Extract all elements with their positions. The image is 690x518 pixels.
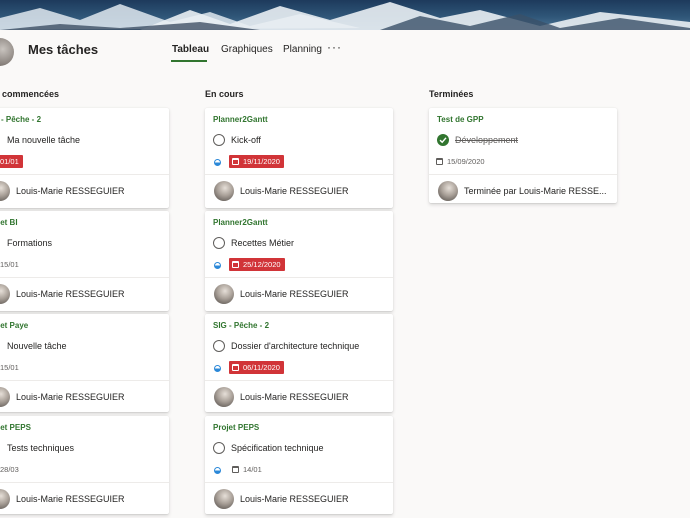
assignee-name: Louis-Marie RESSEGUIER xyxy=(240,186,349,196)
task-title: Développement xyxy=(455,135,519,145)
task-card[interactable]: jet PEPS Tests techniques 28/03 Louis-Ma… xyxy=(0,416,169,514)
card-divider xyxy=(0,277,169,278)
due-date-badge: 01/01 xyxy=(0,155,23,168)
card-divider xyxy=(0,482,169,483)
plan-name: Planner2Gantt xyxy=(213,115,268,124)
task-title: Kick-off xyxy=(231,135,261,145)
assignee-name: Louis-Marie RESSEGUIER xyxy=(240,289,349,299)
due-date-badge: 06/11/2020 xyxy=(229,361,284,374)
column-title-completed: Terminées xyxy=(429,89,474,99)
due-date: 19/11/2020 xyxy=(243,157,280,166)
assignee-avatar xyxy=(438,181,458,201)
task-title: Recettes Métier xyxy=(231,238,295,248)
in-progress-icon xyxy=(214,365,221,372)
assignee-avatar xyxy=(214,387,234,407)
due-date: 25/12/2020 xyxy=(243,260,281,269)
complete-task-checkbox[interactable] xyxy=(213,442,225,454)
plan-name: Planner2Gantt xyxy=(213,218,268,227)
due-date-badge: 15/01 xyxy=(0,361,23,374)
due-date-badge: 25/12/2020 xyxy=(229,258,285,271)
assignee-avatar xyxy=(0,284,10,304)
in-progress-icon xyxy=(214,467,221,474)
task-card[interactable]: Planner2Gantt Recettes Métier 25/12/2020… xyxy=(205,211,393,311)
calendar-icon xyxy=(232,466,239,473)
assignee-avatar xyxy=(214,284,234,304)
task-title: Formations xyxy=(7,238,53,248)
assignee-name: Louis-Marie RESSEGUIER xyxy=(240,494,349,504)
plan-name: - Pêche - 2 xyxy=(1,115,42,124)
assignee-name: Louis-Marie RESSEGUIER xyxy=(240,392,349,402)
due-date-badge: 19/11/2020 xyxy=(229,155,284,168)
in-progress-icon xyxy=(214,262,221,269)
task-title: Nouvelle tâche xyxy=(7,341,67,351)
task-card[interactable]: Test de GPP Développement 15/09/2020 Ter… xyxy=(429,108,617,203)
calendar-icon xyxy=(436,158,443,165)
card-divider xyxy=(429,174,617,175)
assignee-name: Louis-Marie RESSEGUIER xyxy=(16,494,125,504)
task-title: Dossier d'architecture technique xyxy=(231,341,360,351)
complete-task-checkbox[interactable] xyxy=(213,340,225,352)
card-divider xyxy=(205,277,393,278)
task-title: Ma nouvelle tâche xyxy=(7,135,81,145)
page-header xyxy=(0,30,690,72)
mountain-banner-image xyxy=(0,2,690,30)
calendar-icon xyxy=(232,364,239,371)
due-date: 14/01 xyxy=(243,465,262,474)
header-banner xyxy=(0,0,690,30)
task-card[interactable]: jet BI Formations 15/01 Louis-Marie RESS… xyxy=(0,211,169,311)
in-progress-icon xyxy=(214,159,221,166)
task-card[interactable]: Projet PEPS Spécification technique 14/0… xyxy=(205,416,393,514)
calendar-icon xyxy=(232,158,239,165)
completed-by: Terminée par Louis-Marie RESSE... xyxy=(464,186,607,196)
due-date-badge: 14/01 xyxy=(229,463,266,476)
due-date: 15/01 xyxy=(0,260,19,269)
plan-name: jet BI xyxy=(0,218,18,227)
assignee-avatar xyxy=(214,489,234,509)
task-title: Tests techniques xyxy=(7,443,75,453)
task-card[interactable]: - Pêche - 2 Ma nouvelle tâche 01/01 Loui… xyxy=(0,108,169,208)
assignee-name: Louis-Marie RESSEGUIER xyxy=(16,186,125,196)
task-card[interactable]: jet Paye Nouvelle tâche 15/01 Louis-Mari… xyxy=(0,314,169,412)
due-date: 15/09/2020 xyxy=(447,157,485,166)
task-title: Spécification technique xyxy=(231,443,324,453)
plan-name: Projet PEPS xyxy=(213,423,260,432)
assignee-name: Louis-Marie RESSEGUIER xyxy=(16,392,125,402)
column-title-not-started: commencées xyxy=(2,89,60,99)
tab-tableau[interactable]: Tableau xyxy=(172,44,209,55)
due-date: 15/01 xyxy=(0,363,19,372)
complete-task-checkbox[interactable] xyxy=(213,237,225,249)
completed-check-icon[interactable] xyxy=(437,134,449,146)
due-date-badge: 15/01 xyxy=(0,258,23,271)
more-horizontal-icon[interactable]: ··· xyxy=(327,40,342,54)
card-divider xyxy=(0,380,169,381)
due-date: 01/01 xyxy=(0,157,19,166)
card-divider xyxy=(205,380,393,381)
plan-name: jet Paye xyxy=(0,321,29,330)
due-date-badge: 28/03 xyxy=(0,463,23,476)
due-date: 28/03 xyxy=(0,465,19,474)
column-title-in-progress: En cours xyxy=(205,89,244,99)
tab-planning[interactable]: Planning xyxy=(283,44,322,55)
assignee-avatar xyxy=(0,181,10,201)
due-date: 06/11/2020 xyxy=(243,363,280,372)
assignee-avatar xyxy=(0,489,10,509)
assignee-avatar xyxy=(214,181,234,201)
calendar-icon xyxy=(232,261,239,268)
due-date-badge: 15/09/2020 xyxy=(433,155,489,168)
complete-task-checkbox[interactable] xyxy=(213,134,225,146)
task-card[interactable]: Planner2Gantt Kick-off 19/11/2020 Louis-… xyxy=(205,108,393,208)
page-title: Mes tâches xyxy=(28,42,99,57)
card-divider xyxy=(205,482,393,483)
card-divider xyxy=(205,174,393,175)
plan-name: jet PEPS xyxy=(0,423,31,432)
assignee-name: Louis-Marie RESSEGUIER xyxy=(16,289,125,299)
active-tab-indicator xyxy=(171,60,207,62)
tab-graphiques[interactable]: Graphiques xyxy=(221,44,273,55)
assignee-avatar xyxy=(0,387,10,407)
card-divider xyxy=(0,174,169,175)
plan-name: Test de GPP xyxy=(437,115,484,124)
plan-name: SIG - Pêche - 2 xyxy=(213,321,270,330)
task-card[interactable]: SIG - Pêche - 2 Dossier d'architecture t… xyxy=(205,314,393,412)
